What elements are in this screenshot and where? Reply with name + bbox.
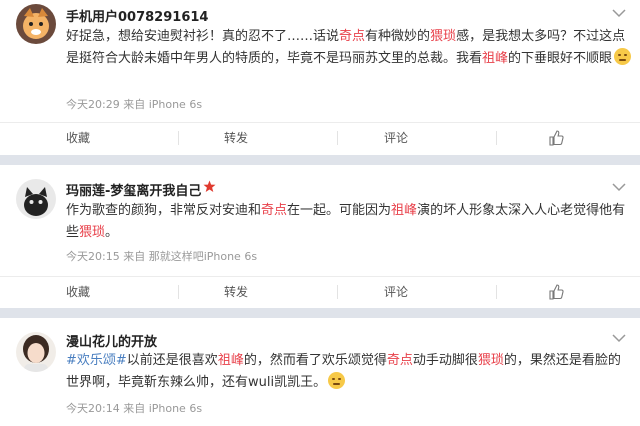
- post-text-segment: 有种微妙的: [365, 29, 431, 44]
- post-card-2: 玛丽莲-梦玺离开我自己 作为歌查的颜狗，非常反对安迪和奇点在一起。可能因为祖峰演…: [0, 165, 640, 308]
- like-thumb-icon[interactable]: [548, 284, 564, 300]
- cat-avatar-image: [16, 179, 56, 219]
- divider: [178, 285, 179, 299]
- highlight-keyword[interactable]: 奇点: [261, 203, 287, 218]
- post-body-3: #欢乐颂#以前还是很喜欢祖峰的，然而看了欢乐颂觉得奇点动手动脚很猥琐的，果然还是…: [66, 350, 632, 394]
- post-text-1: 好捉急，想给安迪熨衬衫！真的忍不了……话说奇点有种微妙的猥琐感，是我想太多吗？不…: [66, 29, 625, 66]
- post-meta-1: 今天20:29 来自 iPhone 6s: [66, 98, 203, 111]
- chevron-down-icon[interactable]: [612, 333, 626, 343]
- post-text-segment: 作为歌查的颜狗，非常反对安迪和: [66, 203, 262, 218]
- username-2[interactable]: 玛丽莲-梦玺离开我自己: [66, 180, 201, 199]
- post-text-2: 作为歌查的颜狗，非常反对安迪和奇点在一起。可能因为祖峰演的坏人形象太深入人心老觉…: [66, 203, 625, 240]
- repost-button[interactable]: 转发: [224, 123, 248, 153]
- action-bar-1: 收藏 转发 评论: [0, 122, 640, 153]
- repost-button[interactable]: 转发: [224, 277, 248, 307]
- comment-button[interactable]: 评论: [384, 277, 408, 307]
- highlight-keyword[interactable]: 奇点: [387, 353, 413, 368]
- post-body-2: 作为歌查的颜狗，非常反对安迪和奇点在一起。可能因为祖峰演的坏人形象太深入人心老觉…: [66, 200, 632, 244]
- post-text-segment: 以前还是很喜欢: [126, 353, 218, 368]
- post-card-1: 手机用户0078291614 好捉急，想给安迪熨衬衫！真的忍不了……话说奇点有种…: [0, 0, 640, 155]
- highlight-keyword[interactable]: 猥琐: [430, 29, 456, 44]
- post-card-3: 漫山花儿的开放 #欢乐颂#以前还是很喜欢祖峰的，然而看了欢乐颂觉得奇点动手动脚很…: [0, 318, 640, 426]
- post-body-1: 好捉急，想给安迪熨衬衫！真的忍不了……话说奇点有种微妙的猥琐感，是我想太多吗？不…: [66, 26, 632, 70]
- highlight-keyword[interactable]: 祖峰: [218, 353, 244, 368]
- divider: [496, 285, 497, 299]
- card-separator: [0, 308, 640, 318]
- smile-emoji-icon: [328, 372, 346, 389]
- user-avatar-1[interactable]: [16, 4, 56, 44]
- cartoon-avatar-image: [16, 4, 56, 44]
- divider: [178, 131, 179, 145]
- post-text-segment: 动手动脚很: [412, 353, 478, 368]
- post-text-segment: 好捉急，想给安迪熨衬衫！真的忍不了……话说: [66, 29, 340, 44]
- post-meta-3: 今天20:14 来自 iPhone 6s: [66, 402, 203, 415]
- post-meta-2: 今天20:15 来自 那就这样吧iPhone 6s: [66, 250, 258, 263]
- divider: [337, 131, 338, 145]
- post-text-segment: 。: [105, 225, 119, 240]
- topic-tag-link[interactable]: #欢乐颂#: [66, 353, 127, 368]
- chevron-down-icon[interactable]: [612, 182, 626, 192]
- favorite-button[interactable]: 收藏: [66, 277, 90, 307]
- photo-avatar-image: [16, 332, 56, 372]
- post-text-segment: 的，然而看了欢乐颂觉得: [243, 353, 387, 368]
- highlight-keyword[interactable]: 祖峰: [391, 203, 417, 218]
- highlight-keyword[interactable]: 祖峰: [482, 51, 508, 66]
- highlight-keyword[interactable]: 奇点: [339, 29, 365, 44]
- post-text-segment: 的下垂眼好不顺眼: [508, 51, 613, 66]
- highlight-keyword[interactable]: 猥琐: [478, 353, 504, 368]
- chevron-down-icon[interactable]: [612, 8, 626, 18]
- like-thumb-icon[interactable]: [548, 130, 564, 146]
- post-text-segment: 在一起。可能因为: [287, 203, 392, 218]
- divider: [337, 285, 338, 299]
- username-1[interactable]: 手机用户0078291614: [66, 6, 208, 25]
- username-3[interactable]: 漫山花儿的开放: [66, 331, 157, 350]
- comment-button[interactable]: 评论: [384, 123, 408, 153]
- divider: [496, 131, 497, 145]
- smile-emoji-icon: [614, 48, 632, 65]
- user-avatar-2[interactable]: [16, 179, 56, 219]
- user-avatar-3[interactable]: [16, 332, 56, 372]
- red-star-icon: [203, 180, 216, 192]
- favorite-button[interactable]: 收藏: [66, 123, 90, 153]
- highlight-keyword[interactable]: 猥琐: [79, 225, 105, 240]
- card-separator: [0, 155, 640, 165]
- action-bar-2: 收藏 转发 评论: [0, 276, 640, 307]
